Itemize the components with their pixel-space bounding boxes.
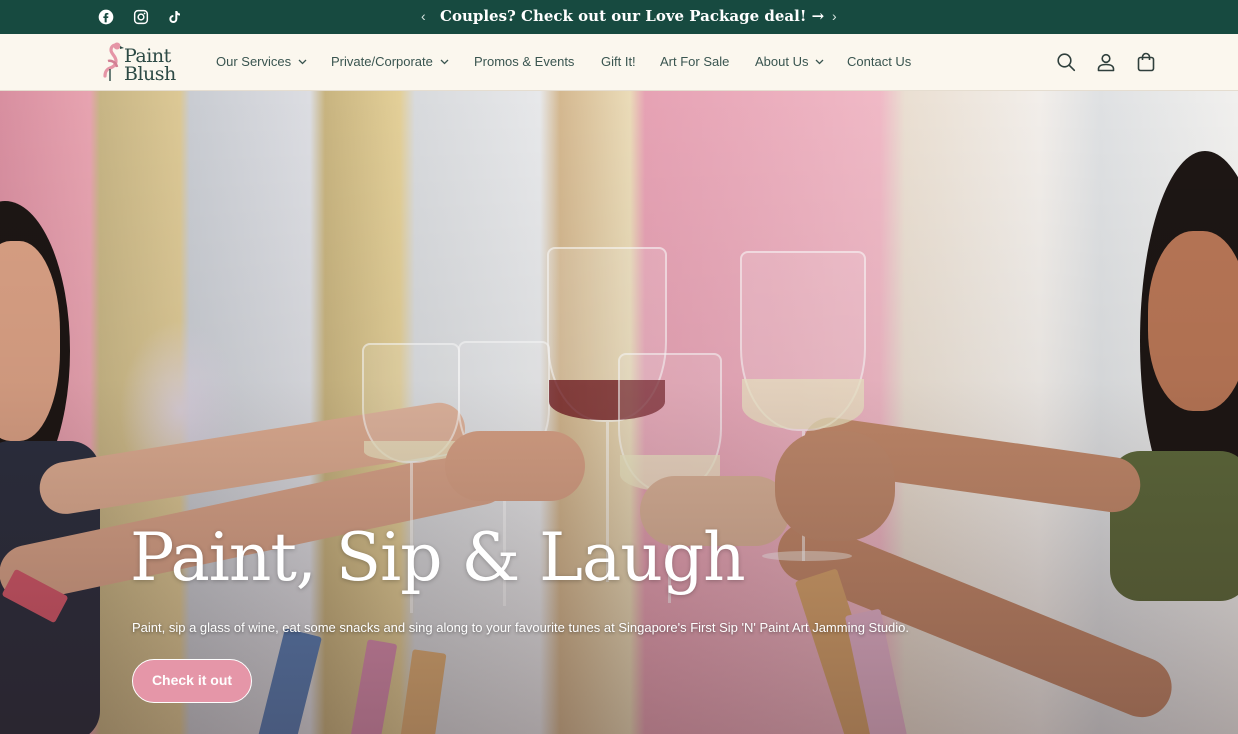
- announcement-prev-arrow[interactable]: ‹: [421, 0, 426, 34]
- logo-text-blush: Blush: [124, 63, 176, 85]
- nav-contact-us[interactable]: Contact Us: [847, 34, 911, 90]
- announcement-next-arrow[interactable]: ›: [832, 0, 837, 34]
- announcement-bar: ‹ Couples? Check out our Love Package de…: [0, 0, 1238, 34]
- announcement-text[interactable]: Couples? Check out our Love Package deal…: [440, 0, 824, 34]
- instagram-icon[interactable]: [133, 0, 149, 34]
- chevron-down-icon: [816, 59, 824, 64]
- nav-gift-it[interactable]: Gift It!: [601, 34, 636, 90]
- logo[interactable]: Paint Blush: [98, 39, 188, 85]
- tiktok-icon[interactable]: [166, 0, 182, 34]
- nav-label: Promos & Events: [474, 54, 575, 69]
- hero-overlay: [0, 91, 1238, 734]
- nav-art-for-sale[interactable]: Art For Sale: [660, 34, 729, 90]
- search-icon[interactable]: [1055, 51, 1077, 73]
- chevron-down-icon: [298, 59, 307, 64]
- nav-label: Gift It!: [601, 54, 636, 69]
- nav-about-us[interactable]: About Us: [755, 34, 824, 90]
- hero-title: Paint, Sip & Laugh: [130, 519, 746, 596]
- flamingo-logo-icon: [103, 42, 124, 81]
- nav-promos-events[interactable]: Promos & Events: [474, 34, 574, 90]
- nav-label: Our Services: [216, 54, 292, 69]
- nav-label: Contact Us: [847, 54, 912, 69]
- hero-subtitle: Paint, sip a glass of wine, eat some sna…: [132, 620, 910, 635]
- nav-label: About Us: [755, 54, 809, 69]
- account-icon[interactable]: [1095, 51, 1117, 73]
- cart-icon[interactable]: [1135, 51, 1157, 73]
- site-header: Paint Blush Our Services Private/Corpora…: [0, 34, 1238, 91]
- nav-our-services[interactable]: Our Services: [216, 34, 307, 90]
- hero-banner: Paint, Sip & Laugh Paint, sip a glass of…: [0, 91, 1238, 734]
- facebook-icon[interactable]: [98, 0, 114, 34]
- chevron-down-icon: [440, 59, 449, 64]
- check-it-out-button[interactable]: Check it out: [132, 659, 252, 703]
- nav-label: Private/Corporate: [331, 54, 433, 69]
- nav-label: Art For Sale: [660, 54, 730, 69]
- nav-private-corporate[interactable]: Private/Corporate: [331, 34, 449, 90]
